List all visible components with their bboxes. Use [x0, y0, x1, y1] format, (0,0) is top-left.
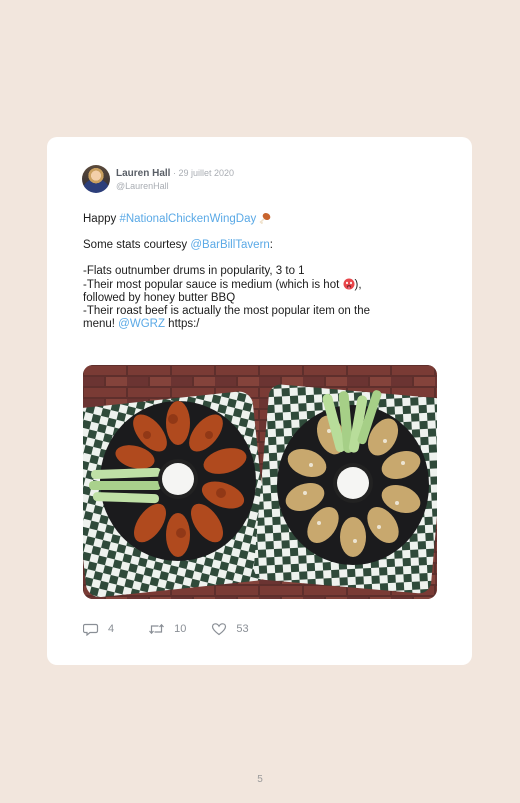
- tweet-header: Lauren Hall · 29 juillet 2020 @LaurenHal…: [82, 165, 234, 195]
- retweet-count: 10: [174, 623, 187, 635]
- text-span: menu!: [83, 318, 119, 330]
- text-span: -Their most popular sauce is medium (whi…: [83, 279, 343, 291]
- tweet-line: -Their roast beef is actually the most p…: [83, 305, 371, 317]
- text-span: https:/: [164, 318, 200, 330]
- retweet-button[interactable]: 10: [148, 622, 186, 636]
- page-number: 5: [257, 774, 263, 785]
- tweet-line: menu! @WGRZ https:/: [83, 318, 428, 331]
- retweet-icon: [149, 623, 165, 635]
- hot-face-icon: [343, 278, 354, 290]
- tweet-actions: 4 10 53: [83, 621, 249, 637]
- like-count: 53: [236, 623, 249, 635]
- reply-count: 4: [108, 623, 115, 635]
- like-button[interactable]: 53: [211, 622, 249, 636]
- tweet-line: -Their most popular sauce is medium (whi…: [83, 278, 428, 292]
- author-handle[interactable]: @LaurenHall: [116, 180, 234, 193]
- tweet-line: Some stats courtesy @BarBillTavern:: [83, 239, 428, 252]
- tweet-line: Happy #NationalChickenWingDay: [83, 212, 428, 226]
- hashtag-link[interactable]: #NationalChickenWingDay: [119, 213, 256, 225]
- text-span: :: [269, 239, 273, 251]
- author-name[interactable]: Lauren Hall: [116, 168, 170, 179]
- tweet-line: followed by honey butter BBQ: [83, 292, 236, 304]
- tweet-line: -Flats outnumber drums in popularity, 3 …: [83, 265, 305, 277]
- tweet-card: Lauren Hall · 29 juillet 2020 @LaurenHal…: [47, 137, 472, 665]
- mention-link[interactable]: @WGRZ: [118, 318, 165, 330]
- avatar[interactable]: [82, 165, 110, 193]
- text-span: ),: [354, 279, 362, 291]
- heart-icon: [212, 623, 227, 636]
- author-block: Lauren Hall · 29 juillet 2020 @LaurenHal…: [116, 165, 234, 193]
- reply-button[interactable]: 4: [83, 622, 114, 636]
- text-span: Some stats courtesy: [83, 239, 191, 251]
- tweet-text: Happy #NationalChickenWingDay Some stats…: [83, 212, 428, 331]
- reply-icon: [83, 623, 99, 636]
- mention-link[interactable]: @BarBillTavern: [190, 239, 269, 251]
- tweet-date[interactable]: · 29 juillet 2020: [170, 168, 234, 178]
- chicken-wings-photo: [83, 365, 437, 599]
- chicken-leg-icon: [260, 212, 271, 224]
- text-span: Happy: [83, 213, 120, 225]
- tweet-photo[interactable]: [83, 365, 437, 599]
